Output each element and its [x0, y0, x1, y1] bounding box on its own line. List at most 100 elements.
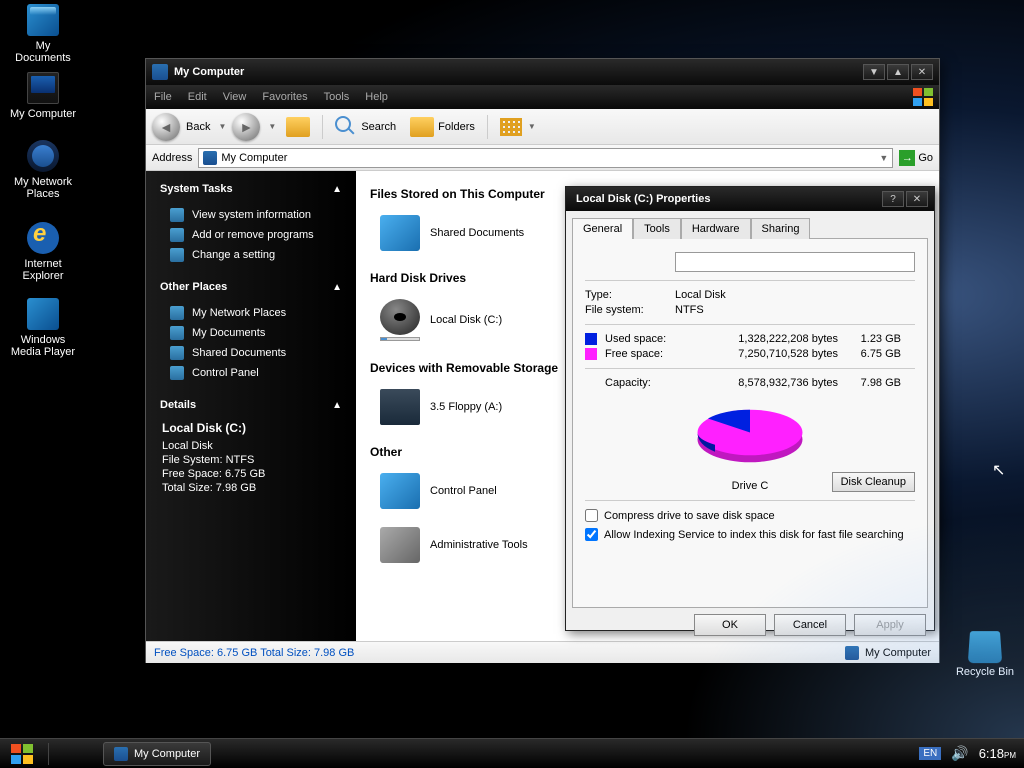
- indexing-checkbox[interactable]: [585, 528, 598, 541]
- go-arrow-icon: →: [899, 150, 915, 166]
- info-icon: [170, 208, 184, 222]
- views-icon: [500, 118, 522, 136]
- back-label: Back: [186, 121, 210, 133]
- addressbar: Address My Computer ▼ → Go: [146, 145, 939, 171]
- fs-label: File system:: [585, 304, 675, 316]
- free-swatch: [585, 348, 597, 360]
- tab-sharing[interactable]: Sharing: [751, 218, 811, 239]
- icon-my-computer[interactable]: My Computer: [8, 72, 78, 120]
- folder-icon: [380, 215, 420, 251]
- taskbar-item-mycomputer[interactable]: My Computer: [103, 742, 211, 766]
- apply-button[interactable]: Apply: [854, 614, 926, 636]
- dialog-titlebar[interactable]: Local Disk (C:) Properties ? ✕: [566, 187, 934, 211]
- place-network[interactable]: My Network Places: [160, 303, 342, 323]
- task-change-setting[interactable]: Change a setting: [160, 245, 342, 265]
- admin-tools-icon: [380, 527, 420, 563]
- computer-icon: [845, 646, 859, 660]
- search-button[interactable]: Search: [331, 114, 400, 140]
- menu-view[interactable]: View: [223, 91, 247, 103]
- close-button[interactable]: ✕: [911, 64, 933, 80]
- toolbar: ◄ Back ▼ ► ▼ Search Folders ▼: [146, 109, 939, 145]
- programs-icon: [170, 228, 184, 242]
- icon-internet-explorer[interactable]: Internet Explorer: [8, 222, 78, 282]
- clock[interactable]: 6:18PM: [979, 747, 1016, 761]
- system-tasks-header[interactable]: System Tasks▲: [160, 183, 342, 195]
- menubar: File Edit View Favorites Tools Help: [146, 85, 939, 109]
- details-total: Total Size: 7.98 GB: [162, 481, 342, 495]
- control-panel-icon: [380, 473, 420, 509]
- place-control-panel[interactable]: Control Panel: [160, 363, 342, 383]
- statusbar: Free Space: 6.75 GB Total Size: 7.98 GB …: [146, 641, 939, 663]
- disk-usage-bar: [380, 337, 420, 341]
- tab-hardware[interactable]: Hardware: [681, 218, 751, 239]
- settings-icon: [170, 248, 184, 262]
- views-button[interactable]: ▼: [496, 116, 540, 138]
- used-gb: 1.23 GB: [846, 333, 901, 345]
- volume-icon[interactable]: 🔊: [951, 745, 968, 762]
- go-button[interactable]: → Go: [899, 150, 933, 166]
- cursor-icon: ↖: [992, 460, 1005, 480]
- language-indicator[interactable]: EN: [919, 747, 941, 760]
- forward-button[interactable]: ►: [232, 113, 260, 141]
- up-button[interactable]: [282, 115, 314, 139]
- icon-network-places[interactable]: My Network Places: [8, 140, 78, 200]
- type-value: Local Disk: [675, 289, 726, 301]
- details-header[interactable]: Details▲: [160, 399, 342, 411]
- icon-my-documents[interactable]: My Documents: [8, 4, 78, 64]
- disk-usage-pie-chart: [680, 401, 820, 471]
- separator: [487, 115, 488, 139]
- details-free: Free Space: 6.75 GB: [162, 467, 342, 481]
- maximize-button[interactable]: ▲: [887, 64, 909, 80]
- task-add-remove[interactable]: Add or remove programs: [160, 225, 342, 245]
- icon-wmp[interactable]: Windows Media Player: [8, 298, 78, 358]
- dialog-close-button[interactable]: ✕: [906, 191, 928, 207]
- capacity-gb: 7.98 GB: [846, 377, 901, 389]
- help-button[interactable]: ?: [882, 191, 904, 207]
- up-folder-icon: [286, 117, 310, 137]
- compress-checkbox[interactable]: [585, 509, 598, 522]
- disk-icon: [380, 299, 420, 335]
- volume-label-input[interactable]: [675, 252, 915, 272]
- window-icon: [152, 64, 168, 80]
- address-input[interactable]: My Computer ▼: [198, 148, 893, 168]
- menu-tools[interactable]: Tools: [324, 91, 350, 103]
- tab-tools[interactable]: Tools: [633, 218, 681, 239]
- tabs: General Tools Hardware Sharing: [566, 211, 934, 238]
- menu-edit[interactable]: Edit: [188, 91, 207, 103]
- task-view-info[interactable]: View system information: [160, 205, 342, 225]
- place-shared[interactable]: Shared Documents: [160, 343, 342, 363]
- taskbar: My Computer EN 🔊 6:18PM: [0, 738, 1024, 768]
- cancel-button[interactable]: Cancel: [774, 614, 846, 636]
- minimize-button[interactable]: ▼: [863, 64, 885, 80]
- fs-value: NTFS: [675, 304, 704, 316]
- folders-button[interactable]: Folders: [406, 115, 479, 139]
- tab-general[interactable]: General: [572, 218, 633, 239]
- computer-icon: [27, 72, 59, 104]
- menu-favorites[interactable]: Favorites: [262, 91, 307, 103]
- chevron-up-icon: ▲: [332, 400, 342, 411]
- desktop[interactable]: My Documents My Computer My Network Plac…: [0, 0, 1024, 738]
- disk-cleanup-button[interactable]: Disk Cleanup: [832, 472, 915, 492]
- capacity-label: Capacity:: [605, 377, 700, 389]
- floppy-icon: [380, 389, 420, 425]
- ok-button[interactable]: OK: [694, 614, 766, 636]
- details-type: Local Disk: [162, 439, 342, 453]
- forward-dropdown[interactable]: ▼: [268, 122, 276, 131]
- address-icon: [203, 151, 217, 165]
- menu-help[interactable]: Help: [365, 91, 388, 103]
- shared-icon: [170, 346, 184, 360]
- other-places-header[interactable]: Other Places▲: [160, 281, 342, 293]
- address-dropdown[interactable]: ▼: [879, 153, 888, 163]
- sidebar: System Tasks▲ View system information Ad…: [146, 171, 356, 641]
- details-fs: File System: NTFS: [162, 453, 342, 467]
- cp-icon: [170, 366, 184, 380]
- icon-recycle-bin[interactable]: Recycle Bin: [950, 630, 1020, 678]
- back-dropdown[interactable]: ▼: [218, 122, 226, 131]
- used-label: Used space:: [605, 333, 700, 345]
- address-label: Address: [152, 152, 192, 164]
- start-button[interactable]: [0, 740, 44, 768]
- menu-file[interactable]: File: [154, 91, 172, 103]
- place-documents[interactable]: My Documents: [160, 323, 342, 343]
- titlebar[interactable]: My Computer ▼ ▲ ✕: [146, 59, 939, 85]
- back-button[interactable]: ◄: [152, 113, 180, 141]
